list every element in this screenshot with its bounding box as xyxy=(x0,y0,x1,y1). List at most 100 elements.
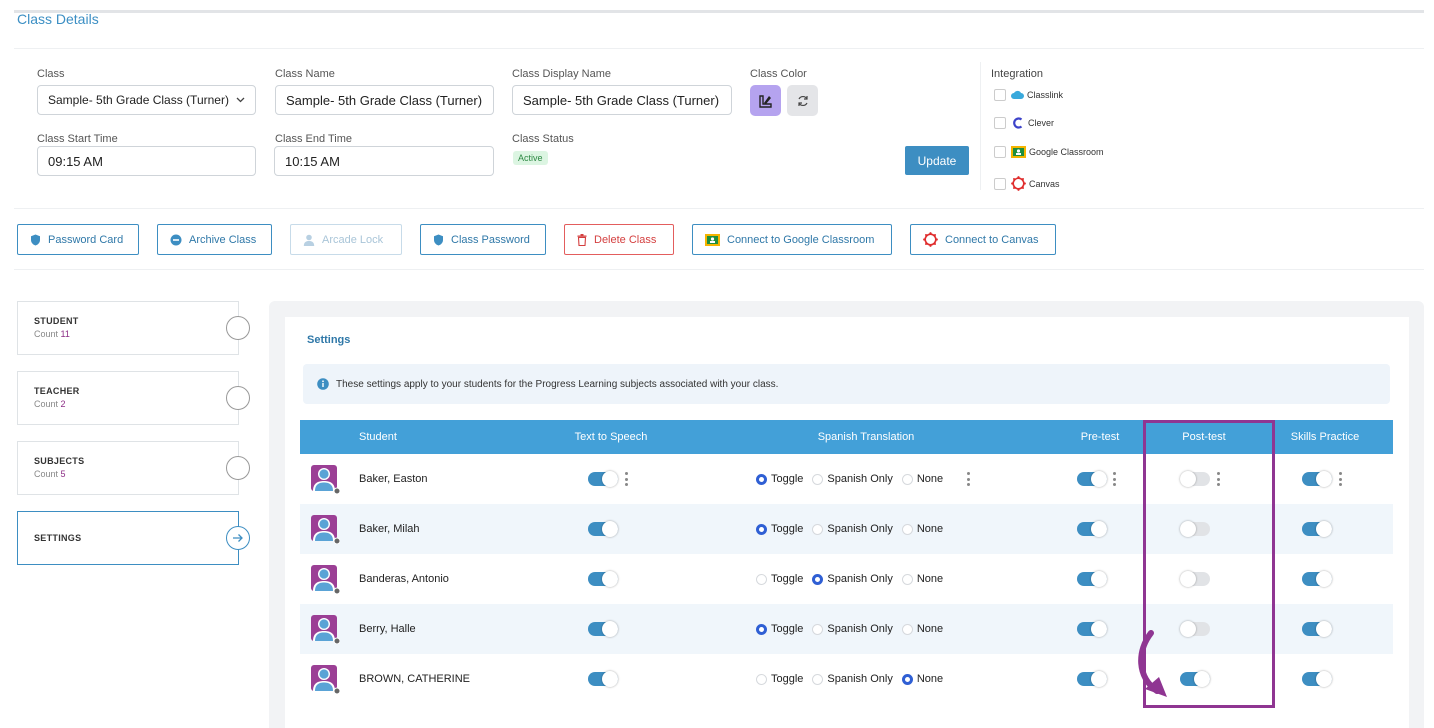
radio-button[interactable] xyxy=(901,473,913,485)
end-time-input[interactable]: 10:15 AM xyxy=(274,146,494,176)
class-password-button[interactable]: Class Password xyxy=(420,224,546,255)
radio-button[interactable] xyxy=(812,523,824,535)
radio-button[interactable] xyxy=(901,573,913,585)
display-name-label: Class Display Name xyxy=(512,68,612,80)
avatar xyxy=(310,664,341,695)
tts-toggle[interactable] xyxy=(588,471,618,487)
integration-google-classroom[interactable]: Google Classroom xyxy=(994,146,1104,158)
spanish-translation-options: Toggle Spanish Only None xyxy=(756,604,952,654)
password-card-button[interactable]: Password Card xyxy=(17,224,139,255)
tts-toggle[interactable] xyxy=(588,571,618,587)
pre-test-toggle[interactable] xyxy=(1077,571,1107,587)
skills-practice-toggle[interactable] xyxy=(1302,471,1332,487)
post-test-toggle[interactable] xyxy=(1180,471,1210,487)
archive-class-button[interactable]: Archive Class xyxy=(157,224,272,255)
avatar xyxy=(310,514,341,545)
radio-button[interactable] xyxy=(756,673,767,685)
color-picker-button[interactable] xyxy=(750,85,781,116)
more-options-icon[interactable] xyxy=(965,472,971,486)
table-row: Baker, Milah Toggle Spanish Only None xyxy=(300,504,1393,554)
more-options-icon[interactable] xyxy=(1111,472,1117,486)
connect-canvas-button[interactable]: Connect to Canvas xyxy=(910,224,1056,255)
radio-toggle[interactable]: Toggle xyxy=(756,523,803,535)
section-divider xyxy=(14,208,1424,209)
sidebar-item-title: TEACHER xyxy=(34,386,80,396)
trash-icon xyxy=(577,233,587,246)
skills-practice-toggle[interactable] xyxy=(1302,521,1332,537)
radio-button[interactable] xyxy=(756,473,767,485)
arcade-lock-button[interactable]: Arcade Lock xyxy=(290,224,402,255)
table-row: Berry, Halle Toggle Spanish Only None xyxy=(300,604,1393,654)
tts-toggle[interactable] xyxy=(588,621,618,637)
radio-spanish-only[interactable]: Spanish Only xyxy=(812,473,893,485)
radio-none[interactable]: None xyxy=(901,573,943,585)
radio-none[interactable]: None xyxy=(901,523,943,535)
reset-color-button[interactable] xyxy=(787,85,818,116)
radio-spanish-only[interactable]: Spanish Only xyxy=(812,523,893,535)
col-post-test: Post-test xyxy=(1182,431,1226,443)
post-test-toggle[interactable] xyxy=(1180,621,1210,637)
class-name-input[interactable]: Sample- 5th Grade Class (Turner) xyxy=(275,85,494,115)
tts-toggle[interactable] xyxy=(588,671,618,687)
clever-checkbox[interactable] xyxy=(994,117,1006,129)
tts-toggle[interactable] xyxy=(588,521,618,537)
radio-none[interactable]: None xyxy=(901,623,943,635)
radio-toggle[interactable]: Toggle xyxy=(756,473,803,485)
info-icon xyxy=(317,378,329,390)
more-options-icon[interactable] xyxy=(1337,472,1343,486)
radio-button[interactable] xyxy=(756,573,767,585)
integration-canvas[interactable]: Canvas xyxy=(994,176,1060,191)
more-options-icon[interactable] xyxy=(623,472,629,486)
radio-button[interactable] xyxy=(901,623,913,635)
pre-test-toggle[interactable] xyxy=(1077,621,1107,637)
radio-button[interactable] xyxy=(901,673,913,685)
pre-test-toggle[interactable] xyxy=(1077,671,1107,687)
class-select[interactable]: Sample- 5th Grade Class (Turner) xyxy=(37,85,256,115)
display-name-input[interactable]: Sample- 5th Grade Class (Turner) xyxy=(512,85,732,115)
radio-toggle[interactable]: Toggle xyxy=(756,573,803,585)
more-options-icon[interactable] xyxy=(1215,472,1221,486)
radio-button[interactable] xyxy=(756,523,767,535)
post-test-toggle[interactable] xyxy=(1180,671,1210,687)
start-time-label: Class Start Time xyxy=(37,133,118,145)
end-time-value: 10:15 AM xyxy=(285,153,340,169)
google-classroom-checkbox[interactable] xyxy=(994,146,1006,158)
sidebar-item-student[interactable]: STUDENT Count 11 xyxy=(17,301,239,355)
skills-practice-toggle[interactable] xyxy=(1302,621,1332,637)
radio-button[interactable] xyxy=(812,673,824,685)
user-icon xyxy=(303,234,315,246)
radio-button[interactable] xyxy=(812,473,824,485)
radio-none[interactable]: None xyxy=(901,673,943,685)
canvas-checkbox[interactable] xyxy=(994,177,1006,190)
delete-class-button[interactable]: Delete Class xyxy=(564,224,674,255)
radio-button[interactable] xyxy=(901,523,913,535)
circle-icon xyxy=(226,456,250,480)
radio-button[interactable] xyxy=(812,573,824,585)
radio-spanish-only[interactable]: Spanish Only xyxy=(812,673,893,685)
avatar xyxy=(310,614,341,645)
update-button[interactable]: Update xyxy=(905,146,969,175)
integration-classlink[interactable]: Classlink xyxy=(994,89,1063,101)
integration-clever[interactable]: Clever xyxy=(994,117,1054,129)
skills-practice-toggle[interactable] xyxy=(1302,671,1332,687)
radio-spanish-only[interactable]: Spanish Only xyxy=(812,573,893,585)
post-test-toggle[interactable] xyxy=(1180,521,1210,537)
sidebar-item-teacher[interactable]: TEACHER Count 2 xyxy=(17,371,239,425)
start-time-input[interactable]: 09:15 AM xyxy=(37,146,256,176)
post-test-toggle[interactable] xyxy=(1180,571,1210,587)
sidebar-item-settings[interactable]: SETTINGS xyxy=(17,511,239,565)
radio-none[interactable]: None xyxy=(901,473,943,485)
classlink-checkbox[interactable] xyxy=(994,89,1006,101)
radio-toggle[interactable]: Toggle xyxy=(756,673,803,685)
settings-info-bar: These settings apply to your students fo… xyxy=(303,364,1390,404)
pre-test-toggle[interactable] xyxy=(1077,521,1107,537)
class-status-label: Class Status xyxy=(512,133,574,145)
radio-button[interactable] xyxy=(756,623,767,635)
pre-test-toggle[interactable] xyxy=(1077,471,1107,487)
connect-google-classroom-button[interactable]: Connect to Google Classroom xyxy=(692,224,892,255)
radio-toggle[interactable]: Toggle xyxy=(756,623,803,635)
sidebar-item-subjects[interactable]: SUBJECTS Count 5 xyxy=(17,441,239,495)
skills-practice-toggle[interactable] xyxy=(1302,571,1332,587)
radio-spanish-only[interactable]: Spanish Only xyxy=(812,623,893,635)
radio-button[interactable] xyxy=(812,623,824,635)
